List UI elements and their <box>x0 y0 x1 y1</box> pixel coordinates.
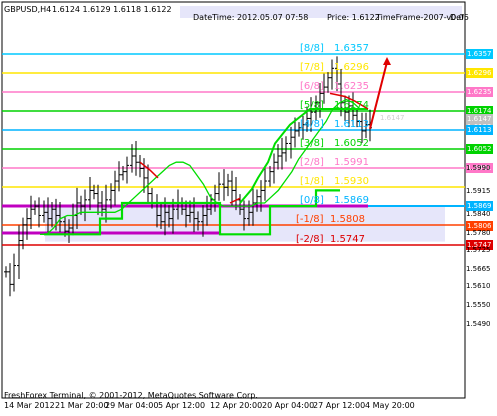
price-axis-label: 1.6235 <box>466 87 493 97</box>
y-axis-tick: 1.5725 <box>466 246 491 254</box>
x-axis-tick: 12 Apr 20:00 <box>210 401 263 410</box>
murrey-label-value: 1.5747 <box>330 234 365 245</box>
chart-frame <box>1 1 466 399</box>
murrey-label-value: 1.6113 <box>334 119 369 130</box>
murrey-label-value: 1.6052 <box>334 138 369 149</box>
price-axis-label: 1.6052 <box>466 144 493 154</box>
murrey-label-value: 1.6296 <box>334 62 369 73</box>
y-axis-tick: 1.5990 <box>466 164 491 172</box>
info-datetime: DateTime: 2012.05.07 07:58 <box>193 13 309 22</box>
murrey-label-value: 1.6235 <box>334 81 369 92</box>
x-axis-tick: 29 Mar 04:00 <box>105 401 159 410</box>
red-trail-1 <box>139 161 159 179</box>
y-axis-tick: 1.5490 <box>466 320 491 328</box>
murrey-label-name: [0/8] <box>300 195 324 206</box>
murrey-label-value: 1.5808 <box>330 214 365 225</box>
price-axis-label: 1.6296 <box>466 68 493 78</box>
murrey-label-value: 1.6357 <box>334 43 369 54</box>
x-axis-tick: 14 Mar 2012 <box>4 401 55 410</box>
chart-symbol: GBPUSD,H4 <box>4 5 52 14</box>
murrey-label-value: 1.6174 <box>334 100 369 111</box>
y-axis-tick: 1.5840 <box>466 210 491 218</box>
info-price: Price: 1.6122 <box>327 13 380 22</box>
murrey-label-name: [6/8] <box>300 81 324 92</box>
x-axis-tick: 20 Apr 04:00 <box>262 401 315 410</box>
murrey-label-name: [5/8] <box>300 100 324 111</box>
x-axis-tick: 21 Mar 20:00 <box>55 401 109 410</box>
price-chart[interactable] <box>0 0 497 416</box>
copyright-text: FreshForex Terminal, © 2001-2012, MetaQu… <box>4 391 258 400</box>
murrey-label-name: [-2/8] <box>296 234 324 245</box>
y-axis-tick: 1.5550 <box>466 301 491 309</box>
y-axis-tick: 1.5915 <box>466 187 491 195</box>
murrey-label-name: [1/8] <box>300 176 324 187</box>
x-axis-tick: 27 Apr 12:00 <box>313 401 366 410</box>
faded-price-label: 1.6147 <box>380 114 405 122</box>
murrey-label-value: 1.5869 <box>334 195 369 206</box>
forecast-arrow-head <box>383 57 391 66</box>
chart-ohlc: 1.6124 1.6129 1.6118 1.6122 <box>52 5 172 14</box>
murrey-label-name: [7/8] <box>300 62 324 73</box>
murrey-label-value: 1.5930 <box>334 176 369 187</box>
murrey-label-name: [4/8] <box>300 119 324 130</box>
murrey-label-name: [8/8] <box>300 43 324 54</box>
murrey-label-name: [3/8] <box>300 138 324 149</box>
price-axis-label: 1.6113 <box>466 125 493 135</box>
x-axis-tick: 4 May 20:00 <box>365 401 415 410</box>
price-axis-label: 1.6357 <box>466 49 493 59</box>
plot-border <box>1 1 466 399</box>
y-axis-tick: 1.5780 <box>466 229 491 237</box>
murrey-label-value: 1.5991 <box>334 157 369 168</box>
y-axis-tick: 1.5610 <box>466 282 491 290</box>
info-extra: Defa <box>450 13 464 22</box>
murrey-label-name: [2/8] <box>300 157 324 168</box>
x-axis-tick: 5 Apr 12:00 <box>158 401 206 410</box>
murrey-label-name: [-1/8] <box>296 214 324 225</box>
y-axis-tick: 1.5665 <box>466 265 491 273</box>
